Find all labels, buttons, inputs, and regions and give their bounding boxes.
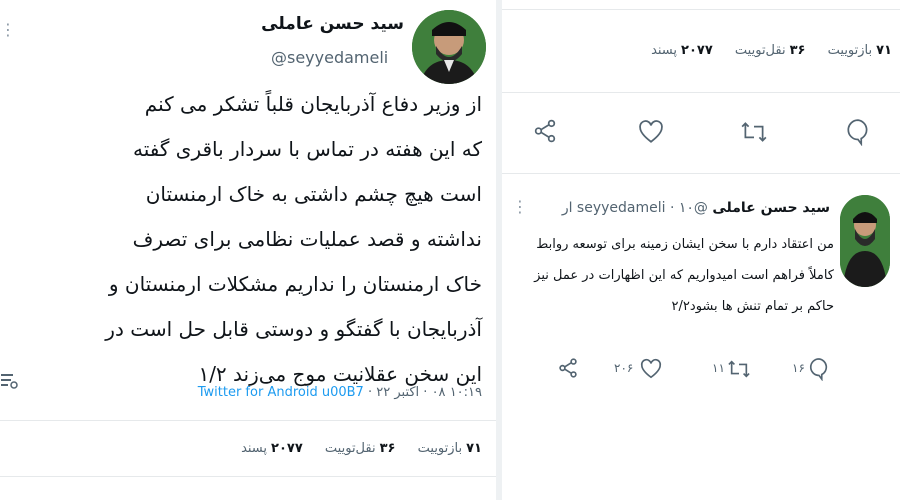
tweet-line: از وزیر دفاع آذربایجان قلباً تشکر می کنم <box>144 92 482 116</box>
tweet-stats: ۷۱بازتوییت ۳۶نقل‌توییت ۲۰۷۷پسند <box>223 441 482 456</box>
tweet-line: نداشته و قصد عملیات نظامی برای تصرف <box>132 227 482 251</box>
retweet-icon[interactable] <box>727 358 751 380</box>
retweet-icon[interactable] <box>740 119 768 145</box>
retweets-stat[interactable]: ۷۱بازتوییت <box>828 43 892 58</box>
tweet-meta: ۱۰:۱۹ ۰۸ · اکتبر ۲۲ · Twitter for Androi… <box>197 385 482 400</box>
more-options-icon[interactable]: ⋮ <box>0 22 16 38</box>
tweet-line: آذربایجان با گفتگو و دوستی قابل حل است د… <box>105 317 482 341</box>
reply-icon[interactable] <box>808 357 830 381</box>
divider <box>0 420 496 421</box>
author-avatar[interactable] <box>840 195 890 287</box>
tweet-line: است هیچ چشم داشتی به خاک ارمنستان <box>145 182 482 206</box>
like-icon[interactable] <box>638 119 664 145</box>
divider <box>502 92 900 93</box>
likes-stat[interactable]: ۲۰۷۷پسند <box>241 441 303 456</box>
avatar-image <box>840 195 890 287</box>
avatar-image <box>412 10 486 84</box>
tweet-line: که این هفته در تماس با سردار باقری گفته <box>133 137 482 161</box>
tweet-line: من اعتقاد دارم با سخن ایشان زمینه برای ت… <box>536 237 834 252</box>
author-handle[interactable]: @seyyedameli <box>271 48 388 67</box>
quotes-stat[interactable]: ۳۶نقل‌توییت <box>735 43 806 58</box>
main-tweet-panel: ⋮ سید حسن عاملی @seyyedameli از وزیر دفا… <box>0 0 496 500</box>
like-count: ۲۰۶ <box>614 361 634 375</box>
reply-icon[interactable] <box>845 118 871 146</box>
tweet-line: خاک ارمنستان را نداریم مشکلات ارمنستان و <box>108 272 482 296</box>
like-icon[interactable] <box>640 358 662 380</box>
tweet-line: کاملاً فراهم است امیدواریم که این اظهارا… <box>534 268 834 283</box>
reply-count: ۱۶ <box>792 361 805 375</box>
tweet-header: سید حسن عاملی @seyyedameli · ۱۰ ار <box>561 200 830 216</box>
retweet-count: ۱۱ <box>712 361 725 375</box>
quotes-stat[interactable]: ۳۶نقل‌توییت <box>325 441 396 456</box>
tweet-stats: ۷۱بازتوییت ۳۶نقل‌توییت ۲۰۷۷پسند <box>633 43 892 58</box>
translate-icon[interactable] <box>0 372 18 390</box>
likes-stat[interactable]: ۲۰۷۷پسند <box>651 43 713 58</box>
divider <box>502 9 900 10</box>
divider <box>0 476 496 477</box>
share-icon[interactable] <box>532 118 558 144</box>
tweet-line: حاکم بر تمام تنش ها بشود۲/۲ <box>671 299 834 314</box>
tweet-source[interactable]: Twitter for Android <box>198 385 318 400</box>
reply-tweet-panel: ۷۱بازتوییت ۳۶نقل‌توییت ۲۰۷۷پسند ⋮ سید حس… <box>502 0 900 500</box>
tweet-body: از وزیر دفاع آذربایجان قلباً تشکر می کنم… <box>105 82 482 397</box>
divider <box>502 173 900 174</box>
tweet-source-suffix: u00B7 <box>321 385 364 400</box>
author-avatar[interactable] <box>412 10 486 84</box>
retweets-stat[interactable]: ۷۱بازتوییت <box>418 441 482 456</box>
share-icon[interactable] <box>557 357 579 379</box>
tweet-body: من اعتقاد دارم با سخن ایشان زمینه برای ت… <box>534 229 834 322</box>
author-name[interactable]: سید حسن عاملی <box>712 200 830 216</box>
author-name[interactable]: سید حسن عاملی <box>261 14 404 34</box>
tweet-timestamp[interactable]: ۱۰:۱۹ ۰۸ · اکتبر ۲۲ <box>376 385 482 400</box>
more-options-icon[interactable]: ⋮ <box>512 199 528 215</box>
